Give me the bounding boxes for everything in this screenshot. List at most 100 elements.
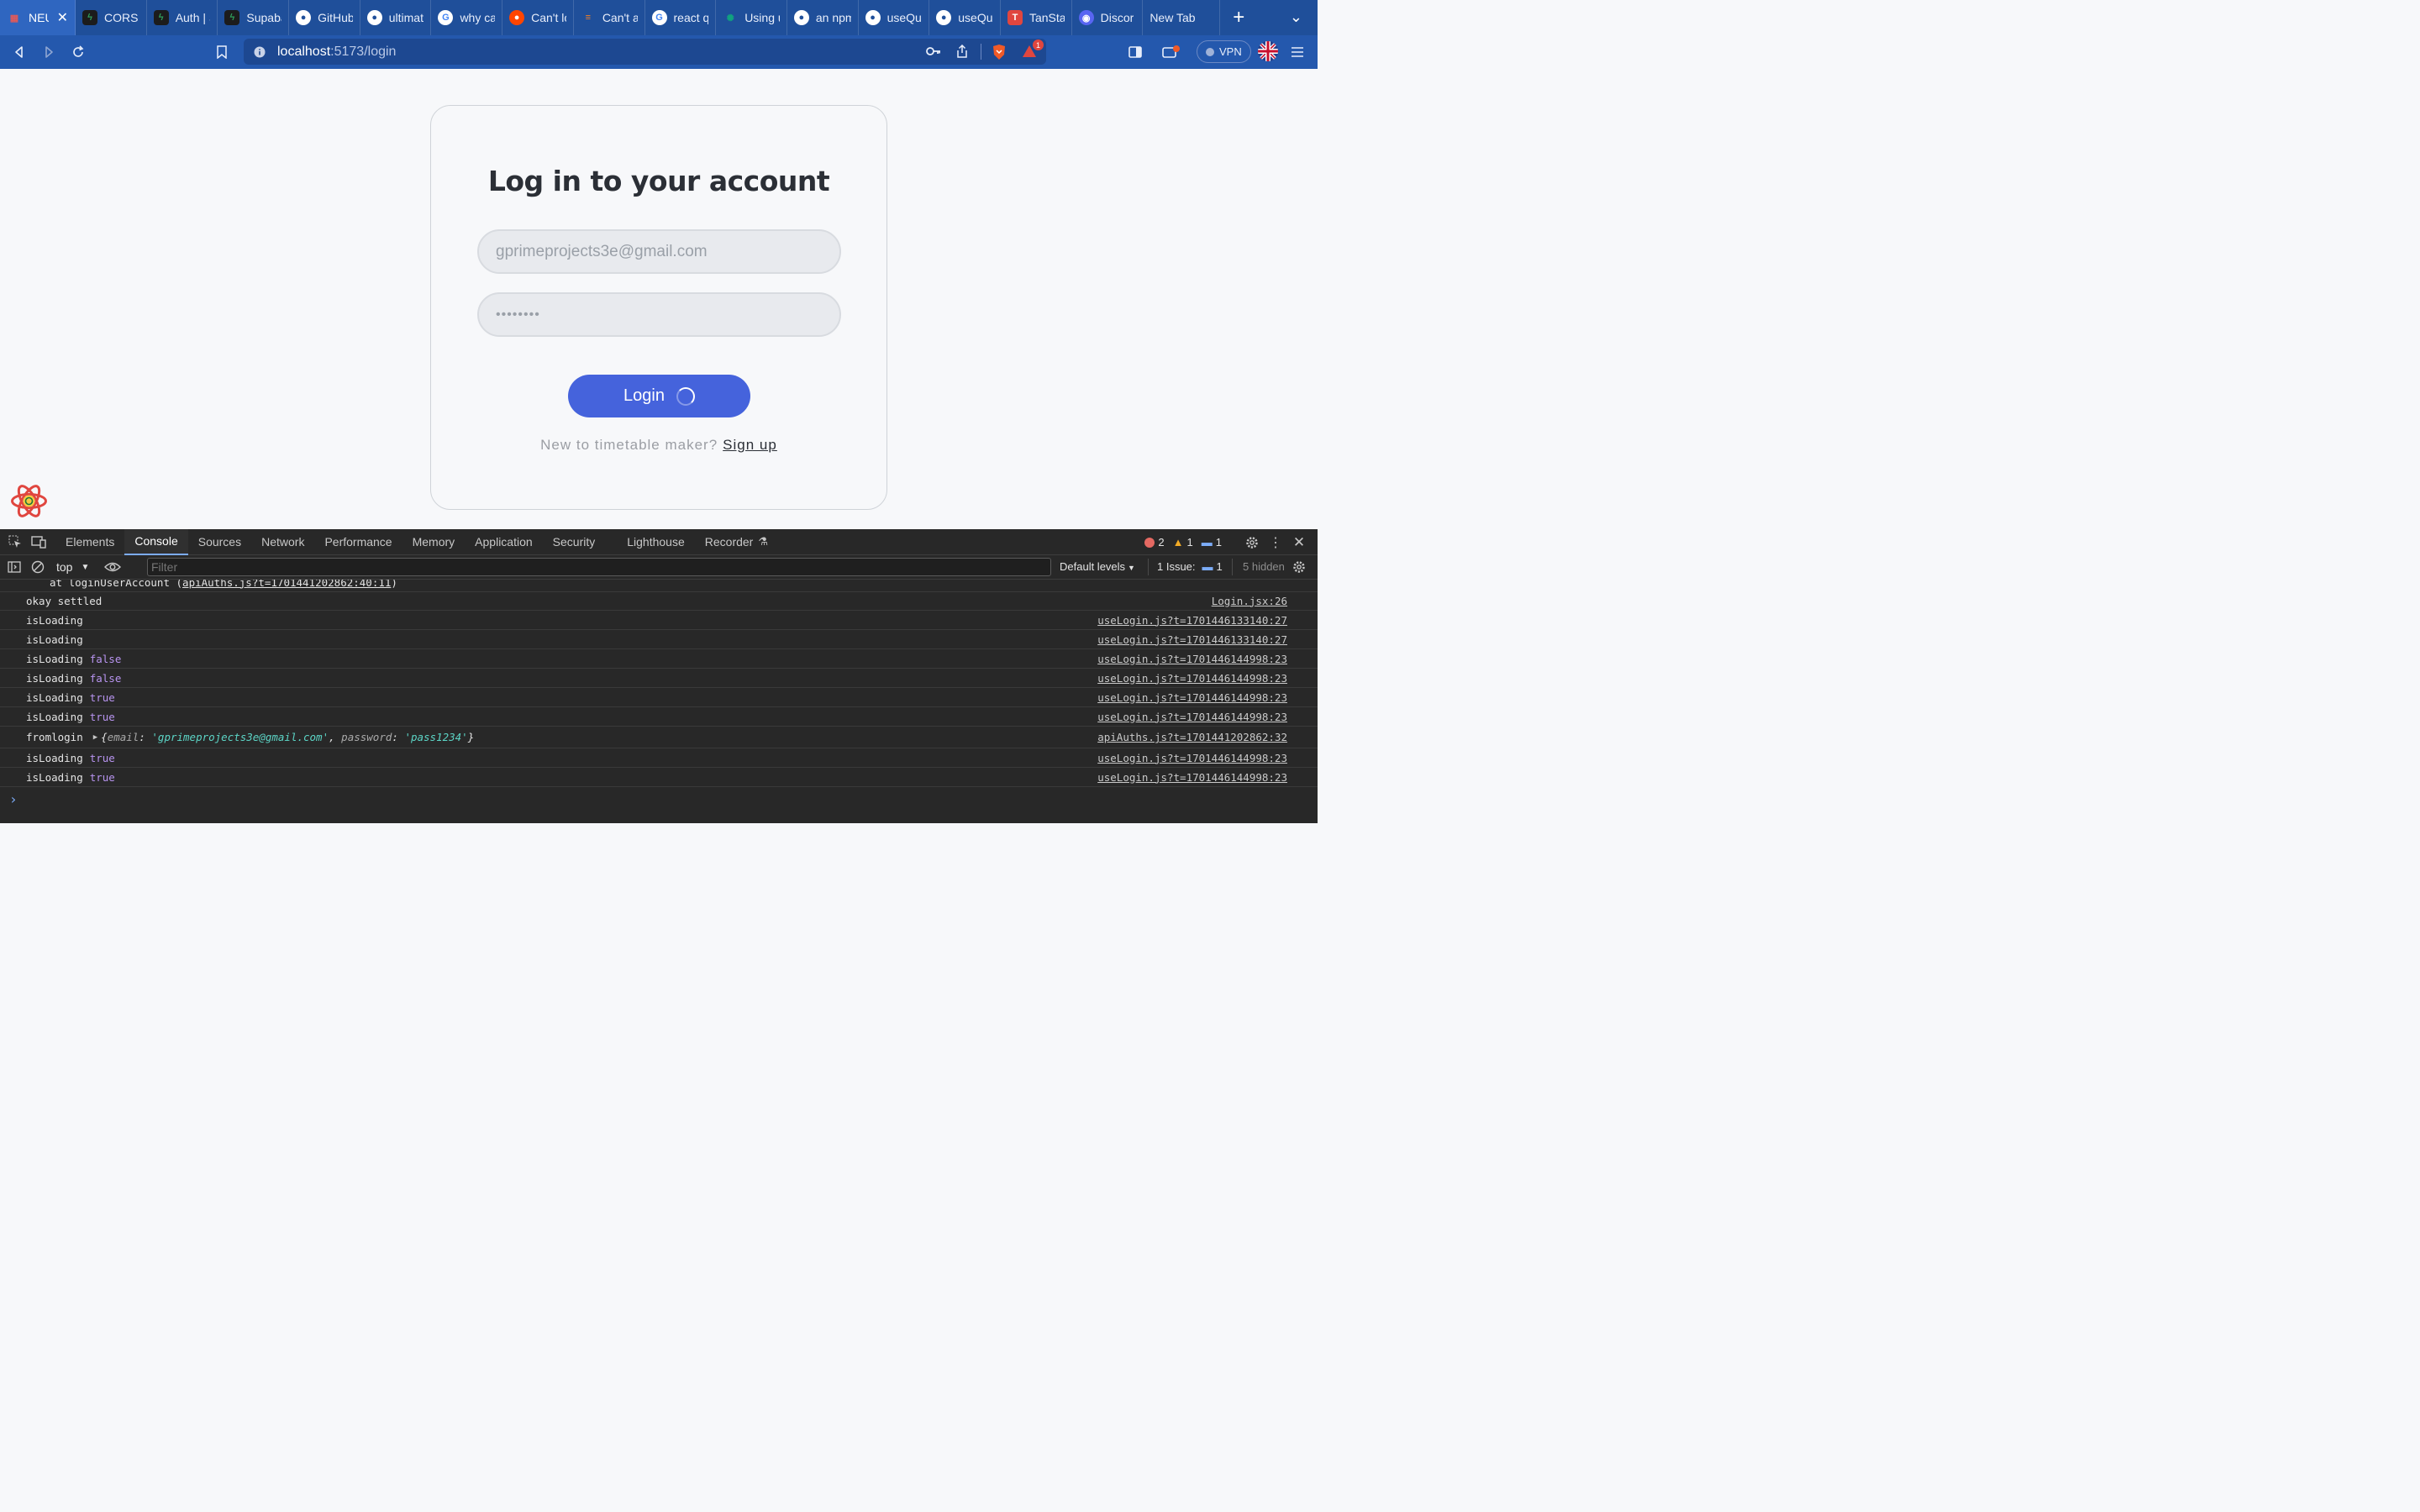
tab-title: Can't lo xyxy=(531,11,566,24)
browser-tab[interactable]: ϟ CORS ( xyxy=(76,0,147,35)
browser-tab[interactable]: Gwhy ca xyxy=(431,0,503,35)
console-text: isLoading xyxy=(26,671,83,685)
browser-tab[interactable]: ● useQue xyxy=(859,0,930,35)
brave-shields-icon[interactable] xyxy=(992,44,1007,60)
source-link[interactable]: Login.jsx:26 xyxy=(1212,595,1287,607)
console-text: okay settled xyxy=(26,594,103,607)
info-count-badge[interactable]: ▬ 1 xyxy=(1202,536,1222,549)
devtools-tab-lighthouse[interactable]: Lighthouse xyxy=(617,529,695,555)
vpn-button[interactable]: VPN xyxy=(1197,40,1251,63)
devtools-tab-sources[interactable]: Sources xyxy=(188,529,251,555)
inspect-element-icon[interactable] xyxy=(3,530,27,554)
clear-console-icon[interactable] xyxy=(26,555,50,579)
github-icon: ● xyxy=(936,10,952,25)
warning-count-badge[interactable]: ▲ 1 xyxy=(1173,536,1193,549)
device-toolbar-icon[interactable] xyxy=(27,530,50,554)
address-bar[interactable]: localhost:5173/login 1 xyxy=(244,39,1046,65)
source-link[interactable]: useLogin.js?t=1701446144998:23 xyxy=(1097,771,1287,784)
reload-icon[interactable] xyxy=(66,40,90,64)
console-filter-input[interactable] xyxy=(147,558,1051,576)
devtools-tab-security[interactable]: Security xyxy=(543,529,606,555)
browser-tab[interactable]: ≡ Can't a xyxy=(574,0,645,35)
new-tab-plus-icon[interactable]: + xyxy=(1220,0,1257,35)
source-link[interactable]: useLogin.js?t=1701446144998:23 xyxy=(1097,672,1287,685)
source-link[interactable]: useLogin.js?t=1701446144998:23 xyxy=(1097,653,1287,665)
object-punctuation: { xyxy=(101,731,108,743)
reddit-icon: ● xyxy=(509,10,525,25)
source-link[interactable]: useLogin.js?t=1701446133140:27 xyxy=(1097,633,1287,646)
email-field[interactable]: gprimeprojects3e@gmail.com xyxy=(477,229,841,274)
issues-label: 1 Issue: xyxy=(1157,560,1196,573)
console-object[interactable]: {email: 'gprimeprojects3e@gmail.com', pa… xyxy=(101,731,474,743)
object-key: email xyxy=(107,731,139,743)
wallet-icon[interactable] xyxy=(1160,40,1183,64)
filter-divider-2 xyxy=(1232,559,1233,575)
react-query-devtools-icon[interactable] xyxy=(10,482,48,520)
browser-tab[interactable]: ϟ Auth | S xyxy=(147,0,218,35)
issues-button[interactable]: 1 Issue: ▬ 1 xyxy=(1157,560,1223,573)
log-levels-dropdown[interactable]: Default levels ▼ xyxy=(1060,560,1135,573)
source-link[interactable]: useLogin.js?t=1701446144998:23 xyxy=(1097,691,1287,704)
devtools-tab-application[interactable]: Application xyxy=(465,529,543,555)
console-text: isLoading xyxy=(26,690,83,704)
console-settings-icon[interactable] xyxy=(1292,560,1306,574)
console-message: okay settled Login.jsx:26 xyxy=(0,591,1318,611)
browser-tab[interactable]: T TanSta xyxy=(1001,0,1072,35)
browser-tab[interactable]: ● GitHub xyxy=(289,0,360,35)
devtools-tab-network[interactable]: Network xyxy=(251,529,314,555)
browser-tab[interactable]: Greact q xyxy=(645,0,717,35)
console-message: isLoading true useLogin.js?t=1701446144998… xyxy=(0,707,1318,727)
browser-tab[interactable]: ● useQue xyxy=(929,0,1001,35)
settings-gear-icon[interactable] xyxy=(1240,531,1264,554)
object-punctuation: : xyxy=(139,731,152,743)
source-link[interactable]: useLogin.js?t=1701446144998:23 xyxy=(1097,711,1287,723)
login-button-label: Login xyxy=(623,386,665,405)
stackoverflow-icon: ≡ xyxy=(585,13,592,23)
devtools-tab-memory[interactable]: Memory xyxy=(402,529,466,555)
supabase-icon: ϟ xyxy=(82,10,97,25)
tab-search-chevron-icon[interactable]: ⌄ xyxy=(1290,8,1302,26)
share-icon[interactable] xyxy=(956,45,968,58)
browser-tab[interactable]: ● an npm xyxy=(787,0,859,35)
devtools-tab-bar: Elements Console Sources Network Performance… xyxy=(0,528,1318,555)
tab-title: Discor xyxy=(1100,11,1134,24)
devtools-tab-recorder[interactable]: Recorder xyxy=(695,529,764,555)
signup-link[interactable]: Sign up xyxy=(723,437,777,453)
tab-title: GitHub xyxy=(318,11,353,24)
close-devtools-icon[interactable]: ✕ xyxy=(1287,531,1311,554)
console-sidebar-icon[interactable] xyxy=(3,555,26,579)
profile-avatar[interactable] xyxy=(1258,41,1278,61)
site-info-icon[interactable] xyxy=(254,46,266,58)
close-tab-icon[interactable]: ✕ xyxy=(57,9,68,26)
browser-tab[interactable]: ● ultimat xyxy=(360,0,432,35)
browser-tab[interactable]: ◉ Discor xyxy=(1072,0,1144,35)
menu-icon[interactable] xyxy=(1286,40,1309,64)
browser-tab[interactable]: ✺ Using u xyxy=(716,0,787,35)
context-selector[interactable]: top ▼ xyxy=(56,560,89,574)
key-icon[interactable] xyxy=(926,45,941,57)
password-field[interactable]: •••••••• xyxy=(477,292,841,337)
console-message: fromlogin ▶ {email: 'gprimeprojects3e@gmai… xyxy=(0,727,1318,748)
error-count-badge[interactable]: 2 xyxy=(1144,536,1165,549)
devtools-tab-console[interactable]: Console xyxy=(124,528,188,555)
login-button[interactable]: Login xyxy=(568,375,750,417)
live-expression-eye-icon[interactable] xyxy=(104,561,122,573)
more-options-icon[interactable]: ⋮ xyxy=(1264,531,1287,554)
devtools-tab-performance[interactable]: Performance xyxy=(314,529,402,555)
browser-tab[interactable]: ▦ NEU ✕ xyxy=(0,0,76,35)
browser-tab[interactable]: New Tab xyxy=(1143,0,1221,35)
browser-tab[interactable]: ● Can't lo xyxy=(502,0,574,35)
devtools-tab-elements[interactable]: Elements xyxy=(55,529,124,555)
forward-icon[interactable] xyxy=(37,40,60,64)
source-link[interactable]: apiAuths.js?t=1701441202862:32 xyxy=(1097,731,1287,743)
console-prompt[interactable]: › xyxy=(9,791,18,807)
github-icon: ● xyxy=(793,10,809,25)
source-link[interactable]: useLogin.js?t=1701446133140:27 xyxy=(1097,614,1287,627)
browser-tab[interactable]: ϟ Supaba xyxy=(218,0,290,35)
stack-trace-link[interactable]: apiAuths.js?t=1701441202862:40:11 xyxy=(182,580,391,589)
sidebar-icon[interactable] xyxy=(1123,40,1147,64)
bookmark-icon[interactable] xyxy=(210,40,234,64)
expand-object-icon[interactable]: ▶ xyxy=(93,733,97,742)
back-icon[interactable] xyxy=(8,40,31,64)
source-link[interactable]: useLogin.js?t=1701446144998:23 xyxy=(1097,752,1287,764)
